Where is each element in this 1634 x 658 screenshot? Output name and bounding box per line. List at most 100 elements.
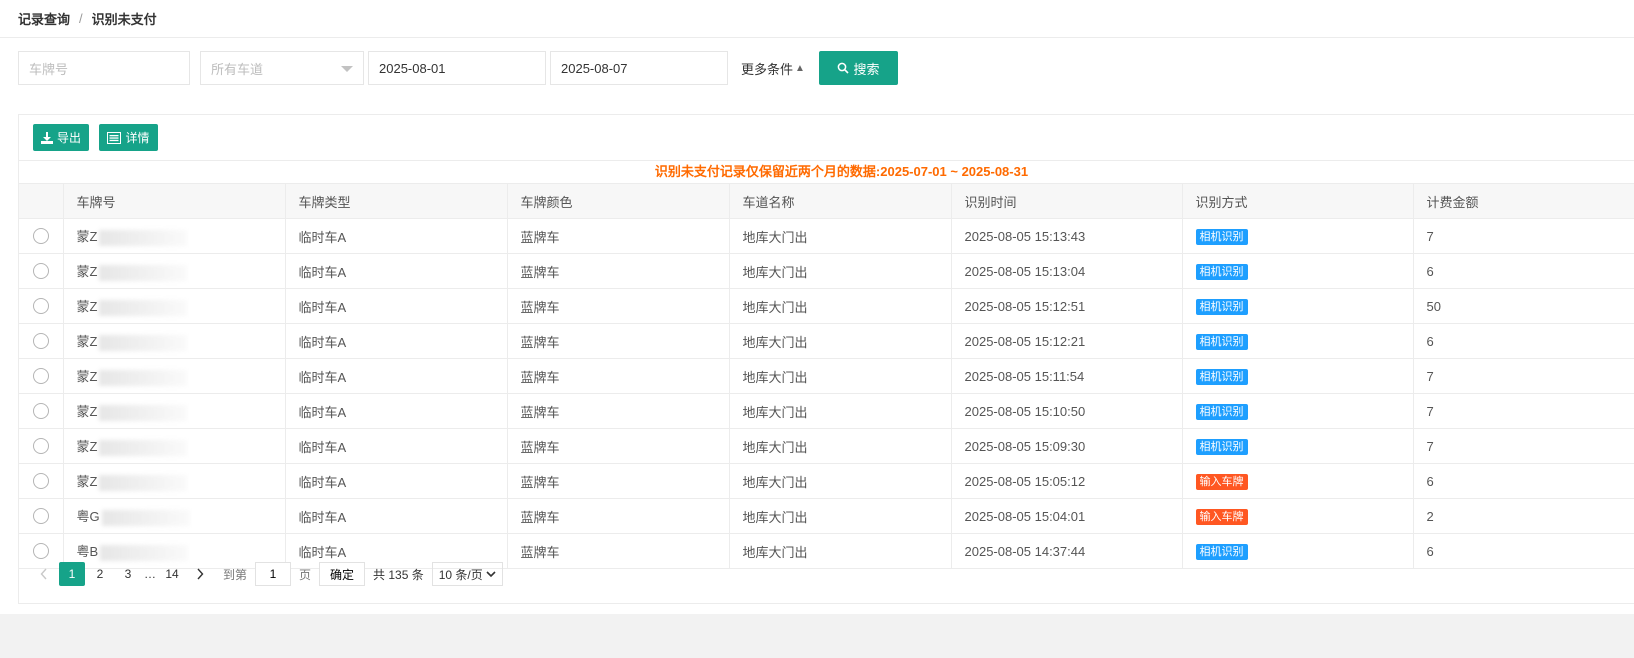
column-header[interactable]: 识别方式: [1181, 183, 1414, 219]
method-cell: 相机识别: [1181, 393, 1414, 429]
page-button[interactable]: 3: [115, 562, 141, 586]
row-radio[interactable]: [32, 298, 49, 314]
export-button[interactable]: 导出: [33, 124, 89, 151]
amount-cell: 50: [1412, 288, 1634, 324]
plate-cell: 蒙Z: [62, 323, 286, 359]
records-table: 车牌号 车牌类型 车牌颜色 车道名称 识别时间 识别方式 计费金额 蒙Z 临时车A…: [19, 183, 1634, 569]
table-row[interactable]: 粤G 临时车A 蓝牌车 地库大门出 2025-08-05 15:04:01 输入车牌 2: [19, 498, 1634, 534]
time-cell: 2025-08-05 15:13:04: [950, 253, 1183, 289]
method-badge: 相机识别: [1195, 263, 1248, 280]
plate-prefix: 蒙Z: [76, 404, 98, 420]
row-radio[interactable]: [32, 263, 49, 279]
row-radio[interactable]: [32, 473, 49, 489]
row-radio[interactable]: [32, 228, 49, 244]
list-icon: [107, 131, 122, 144]
download-icon: [40, 131, 53, 144]
lane-select-placeholder: 所有车道: [211, 61, 264, 77]
page-button-current[interactable]: 1: [59, 562, 85, 586]
plate-cell: 粤G: [62, 498, 286, 534]
row-select-cell: [19, 393, 64, 429]
plate-type-cell: 临时车A: [284, 253, 508, 289]
method-badge: 相机识别: [1195, 403, 1248, 420]
page-ellipsis: …: [144, 567, 156, 581]
breadcrumb-separator: /: [79, 11, 83, 26]
plate-type-cell: 临时车A: [284, 498, 508, 534]
method-badge: 相机识别: [1195, 438, 1248, 455]
page-size-select[interactable]: 10 条/页: [431, 562, 503, 586]
table-row[interactable]: 蒙Z 临时车A 蓝牌车 地库大门出 2025-08-05 15:12:51 相机识别 50: [19, 288, 1634, 324]
more-conditions-toggle[interactable]: 更多条件 ▲: [741, 51, 805, 85]
row-radio[interactable]: [32, 368, 49, 384]
detail-button[interactable]: 详情: [99, 124, 158, 151]
amount-cell: 7: [1412, 218, 1634, 254]
row-radio[interactable]: [32, 438, 49, 454]
table-row[interactable]: 蒙Z 临时车A 蓝牌车 地库大门出 2025-08-05 15:11:54 相机识别 7: [19, 358, 1634, 394]
time-cell: 2025-08-05 15:11:54: [950, 358, 1183, 394]
plate-color-cell: 蓝牌车: [506, 428, 730, 464]
lane-select[interactable]: 所有车道: [200, 51, 364, 85]
search-button[interactable]: 搜索: [819, 51, 898, 85]
plate-color-cell: 蓝牌车: [506, 498, 730, 534]
method-cell: 相机识别: [1181, 253, 1414, 289]
goto-confirm-button[interactable]: 确定: [319, 562, 366, 586]
time-cell: 2025-08-05 15:05:12: [950, 463, 1183, 499]
pagination: 1 2 3 … 14 到第 页 确定 共 135 条 10 条/页: [19, 554, 1634, 594]
plate-type-cell: 临时车A: [284, 323, 508, 359]
table-row[interactable]: 蒙Z 临时车A 蓝牌车 地库大门出 2025-08-05 15:09:30 相机识别 7: [19, 428, 1634, 464]
amount-cell: 6: [1412, 463, 1634, 499]
caret-down-icon: [341, 66, 353, 72]
table-row[interactable]: 蒙Z 临时车A 蓝牌车 地库大门出 2025-08-05 15:12:21 相机识别 6: [19, 323, 1634, 359]
table-row[interactable]: 蒙Z 临时车A 蓝牌车 地库大门出 2025-08-05 15:05:12 输入车牌 6: [19, 463, 1634, 499]
plate-prefix: 蒙Z: [76, 264, 98, 280]
column-header[interactable]: 车牌类型: [284, 183, 508, 219]
plate-prefix: 蒙Z: [76, 439, 98, 455]
method-badge: 输入车牌: [1195, 508, 1248, 525]
method-cell: 相机识别: [1181, 288, 1414, 324]
plate-color-cell: 蓝牌车: [506, 218, 730, 254]
table-row[interactable]: 蒙Z 临时车A 蓝牌车 地库大门出 2025-08-05 15:10:50 相机识别 7: [19, 393, 1634, 429]
blurred-plate-number: [99, 474, 188, 491]
table-row[interactable]: 蒙Z 临时车A 蓝牌车 地库大门出 2025-08-05 15:13:43 相机识别 7: [19, 218, 1634, 254]
amount-cell: 7: [1412, 428, 1634, 464]
plate-prefix: 蒙Z: [76, 299, 98, 315]
table-header-row: 车牌号 车牌类型 车牌颜色 车道名称 识别时间 识别方式 计费金额: [19, 183, 1634, 219]
plate-cell: 蒙Z: [62, 288, 286, 324]
table-toolbar: 导出 详情: [19, 115, 1634, 161]
page-button-last[interactable]: 14: [159, 562, 185, 586]
lane-cell: 地库大门出: [728, 358, 952, 394]
column-header[interactable]: 计费金额: [1412, 183, 1634, 219]
row-radio[interactable]: [32, 403, 49, 419]
row-radio[interactable]: [32, 508, 49, 524]
plate-prefix: 蒙Z: [76, 334, 98, 350]
end-date-input[interactable]: 2025-08-07: [550, 51, 728, 85]
breadcrumb-parent[interactable]: 记录查询: [18, 9, 70, 28]
records-card: 导出 详情 识别未支付记录仅保留近两个月的数据:2025-07-01 ~ 202…: [18, 114, 1634, 604]
goto-page-input[interactable]: [255, 562, 292, 586]
method-cell: 相机识别: [1181, 428, 1414, 464]
amount-cell: 7: [1412, 393, 1634, 429]
blurred-plate-number: [99, 264, 188, 281]
column-header[interactable]: 车道名称: [728, 183, 952, 219]
chevron-left-icon: [40, 568, 47, 580]
table-row[interactable]: 蒙Z 临时车A 蓝牌车 地库大门出 2025-08-05 15:13:04 相机识别 6: [19, 253, 1634, 289]
plate-cell: 蒙Z: [62, 428, 286, 464]
start-date-input[interactable]: 2025-08-01: [368, 51, 546, 85]
row-radio[interactable]: [32, 333, 49, 349]
prev-page-button[interactable]: [31, 562, 57, 586]
column-header[interactable]: 识别时间: [950, 183, 1183, 219]
row-select-cell: [19, 498, 64, 534]
page-size-value: 10 条/页: [438, 567, 483, 582]
method-badge: 相机识别: [1195, 368, 1248, 385]
plate-cell: 蒙Z: [62, 253, 286, 289]
lane-cell: 地库大门出: [728, 288, 952, 324]
page-button[interactable]: 2: [87, 562, 113, 586]
column-header[interactable]: 车牌号: [62, 183, 286, 219]
column-header[interactable]: 车牌颜色: [506, 183, 730, 219]
next-page-button[interactable]: [187, 562, 213, 586]
retention-notice: 识别未支付记录仅保留近两个月的数据:2025-07-01 ~ 2025-08-3…: [19, 161, 1634, 183]
lane-cell: 地库大门出: [728, 463, 952, 499]
plate-prefix: 蒙Z: [76, 229, 98, 245]
plate-input[interactable]: 车牌号: [18, 51, 190, 85]
lane-cell: 地库大门出: [728, 393, 952, 429]
search-icon: [838, 62, 850, 74]
